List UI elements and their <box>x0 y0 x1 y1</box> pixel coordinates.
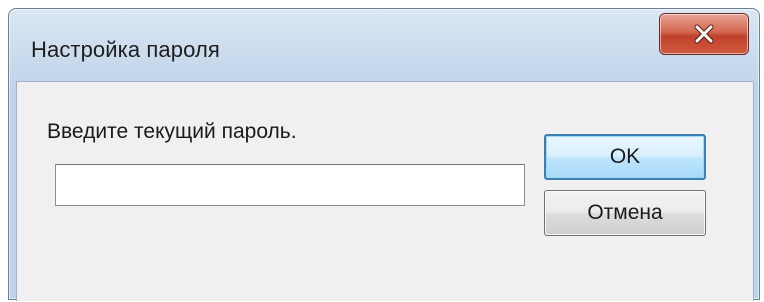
close-button[interactable] <box>659 13 749 55</box>
password-dialog: Настройка пароля Введите текущий пароль.… <box>8 8 760 301</box>
cancel-button[interactable]: Отмена <box>544 190 706 236</box>
dialog-body: Введите текущий пароль. OK Отмена <box>16 81 754 301</box>
window-title: Настройка пароля <box>31 37 220 62</box>
password-prompt-label: Введите текущий пароль. <box>47 120 297 143</box>
close-icon <box>693 24 715 44</box>
password-input[interactable] <box>55 164 525 206</box>
title-bar[interactable]: Настройка пароля <box>9 9 759 79</box>
ok-button[interactable]: OK <box>544 134 706 180</box>
